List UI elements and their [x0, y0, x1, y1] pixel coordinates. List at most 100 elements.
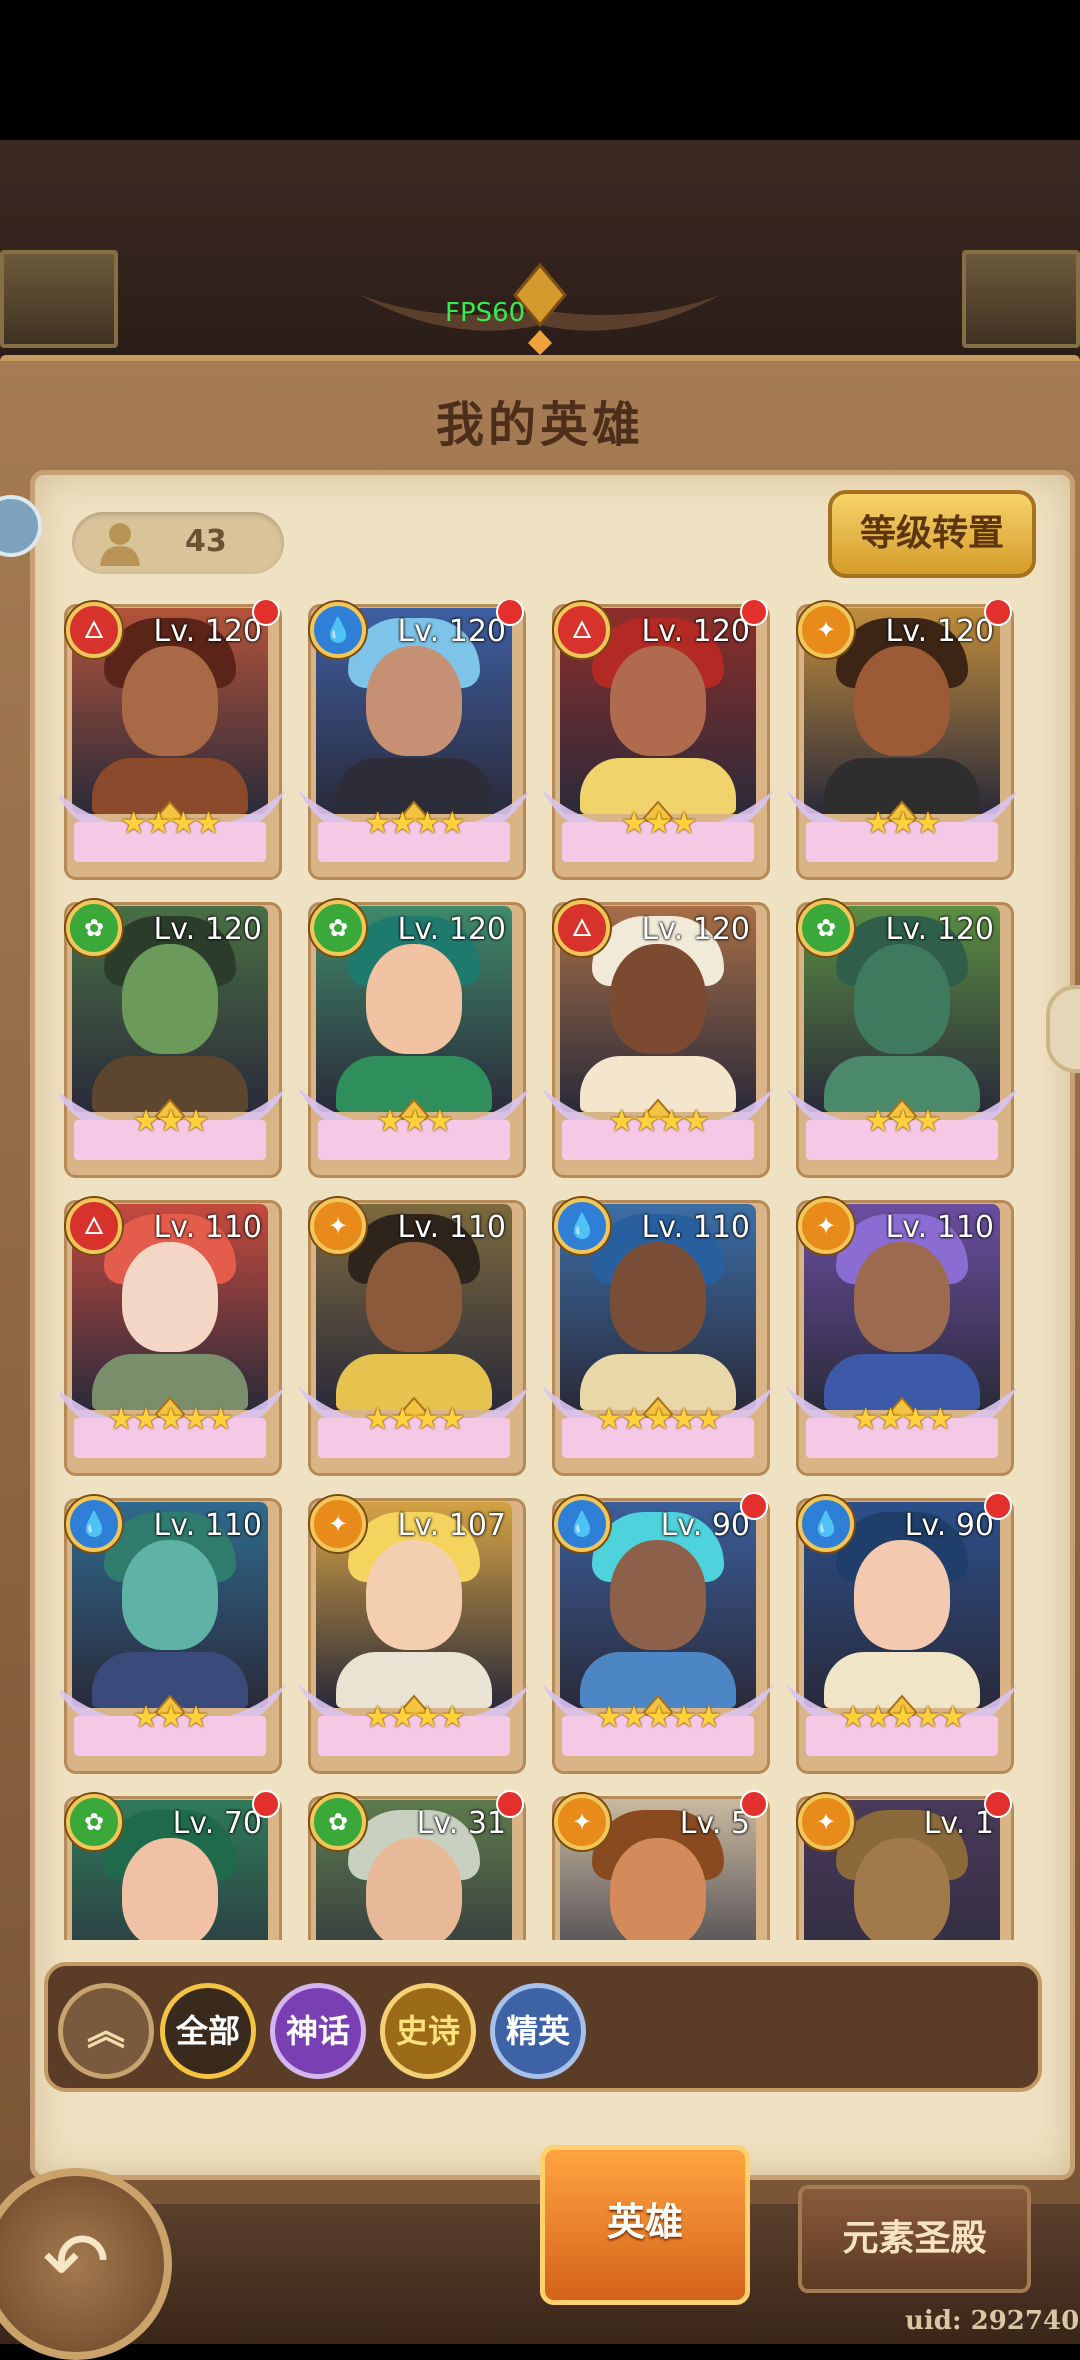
filter-all-button[interactable]: 全部: [160, 1983, 256, 2079]
hero-card[interactable]: ★★★ Lv. 120 ✿: [298, 898, 530, 1178]
hero-card[interactable]: ★★★★★ Lv. 90 💧: [786, 1492, 1018, 1774]
hero-stars: ★★★★: [120, 806, 222, 841]
hero-level: Lv. 90: [904, 1508, 994, 1543]
hero-card[interactable]: ★★★★ Lv. 110 ✦: [298, 1196, 530, 1476]
element-wood-icon: ✿: [310, 900, 366, 956]
element-light-icon: ✦: [554, 1794, 610, 1850]
hero-stars: ★★★★: [852, 1402, 954, 1437]
hero-face: [854, 1838, 950, 1940]
hero-card[interactable]: Lv. 1 ✦: [792, 1790, 1014, 1940]
hero-stars: ★★★: [132, 1700, 210, 1735]
element-wood-icon: ✿: [66, 1794, 122, 1850]
hero-stars: ★★★★: [364, 1700, 466, 1735]
hero-level: Lv. 120: [641, 614, 750, 649]
hero-level: Lv. 110: [153, 1508, 262, 1543]
hero-level: Lv. 120: [885, 912, 994, 947]
hero-face: [610, 1242, 706, 1352]
hero-face: [610, 646, 706, 756]
hero-stars: ★★★: [864, 806, 942, 841]
hero-level: Lv. 70: [172, 1806, 262, 1841]
level-transfer-button[interactable]: 等级转置: [828, 490, 1036, 578]
hero-stars: ★★★★★: [595, 1700, 722, 1735]
notification-dot: [984, 1492, 1012, 1520]
hero-stars: ★★★★★: [107, 1402, 234, 1437]
hero-stars: ★★★: [864, 1104, 942, 1139]
hero-level: Lv. 5: [679, 1806, 750, 1841]
element-light-icon: ✦: [798, 1198, 854, 1254]
hero-level: Lv. 110: [641, 1210, 750, 1245]
hero-card[interactable]: ★★★★ Lv. 120 🜂: [60, 600, 286, 880]
hero-card[interactable]: Lv. 70 ✿: [60, 1790, 282, 1940]
hero-face: [854, 646, 950, 756]
tab-element-shrine[interactable]: 元素圣殿: [798, 2185, 1031, 2293]
notification-dot: [984, 1790, 1012, 1818]
hero-face: [854, 1242, 950, 1352]
hero-grid: ★★★★ Lv. 120 🜂 ★★★★ Lv. 120 💧 ★★★ Lv. 12…: [60, 600, 1020, 1940]
hero-face: [366, 944, 462, 1054]
fps-counter: FPS60: [445, 298, 526, 328]
crest-ornament-icon: [360, 262, 720, 355]
hero-card[interactable]: ★★★★ Lv. 110 ✦: [786, 1196, 1018, 1476]
hero-card[interactable]: ★★★★★ Lv. 110 🜂: [60, 1196, 286, 1476]
element-light-icon: ✦: [310, 1496, 366, 1552]
hero-stars: ★★★: [376, 1104, 454, 1139]
collapse-button[interactable]: ︽: [58, 1983, 154, 2079]
side-scroll-button[interactable]: [1046, 985, 1080, 1073]
hero-count-pill: [72, 512, 284, 574]
notification-dot: [740, 1492, 768, 1520]
element-wood-icon: ✿: [798, 900, 854, 956]
filter-elite-button[interactable]: 精英: [490, 1983, 586, 2079]
filter-myth-button[interactable]: 神话: [270, 1983, 366, 2079]
hero-level: Lv. 120: [641, 912, 750, 947]
hero-face: [366, 1242, 462, 1352]
right-pillar-decoration: [962, 250, 1080, 348]
element-wood-icon: ✿: [66, 900, 122, 956]
hero-face: [366, 1540, 462, 1650]
hero-face: [122, 944, 218, 1054]
hero-level: Lv. 120: [153, 614, 262, 649]
hero-face: [122, 646, 218, 756]
hero-card[interactable]: ★★★★★ Lv. 110 💧: [542, 1196, 774, 1476]
notification-dot: [740, 1790, 768, 1818]
hero-face: [854, 944, 950, 1054]
hero-level: Lv. 110: [885, 1210, 994, 1245]
page-title: 我的英雄: [435, 397, 644, 453]
person-icon: [100, 523, 140, 566]
notification-dot: [496, 1790, 524, 1818]
hero-card[interactable]: ★★★ Lv. 120 ✿: [786, 898, 1018, 1178]
hero-face: [610, 944, 706, 1054]
element-water-icon: 💧: [554, 1198, 610, 1254]
hero-face: [122, 1838, 218, 1940]
hero-level: Lv. 31: [416, 1806, 506, 1841]
element-fire-icon: 🜂: [66, 602, 122, 658]
hero-card[interactable]: ★★★ Lv. 110 💧: [60, 1494, 286, 1774]
hero-card[interactable]: ★★★ Lv. 120 🜂: [542, 600, 774, 880]
hero-card[interactable]: ★★★★★ Lv. 90 💧: [542, 1492, 774, 1774]
hero-card[interactable]: ★★★★ Lv. 120 🜂: [542, 898, 774, 1178]
element-fire-icon: 🜂: [554, 602, 610, 658]
left-pillar-decoration: [0, 250, 118, 348]
hero-level: Lv. 120: [885, 614, 994, 649]
uid-label: uid: 292740: [905, 2306, 1080, 2336]
hero-card[interactable]: ★★★ Lv. 120 ✿: [60, 898, 286, 1178]
hero-level: Lv. 107: [397, 1508, 506, 1543]
hero-stars: ★★★★★: [839, 1700, 966, 1735]
hero-face: [122, 1242, 218, 1352]
hero-stars: ★★★★: [608, 1104, 710, 1139]
hero-card[interactable]: Lv. 31 ✿: [304, 1790, 526, 1940]
hero-stars: ★★★: [132, 1104, 210, 1139]
tab-heroes[interactable]: 英雄: [540, 2145, 750, 2305]
hero-level: Lv. 1: [923, 1806, 994, 1841]
hero-card[interactable]: ★★★★ Lv. 107 ✦: [298, 1494, 530, 1774]
hero-level: Lv. 110: [153, 1210, 262, 1245]
element-light-icon: ✦: [310, 1198, 366, 1254]
element-fire-icon: 🜂: [66, 1198, 122, 1254]
hero-stars: ★★★★: [364, 806, 466, 841]
hero-card[interactable]: ★★★ Lv. 120 ✦: [786, 600, 1018, 880]
hero-stars: ★★★★★: [595, 1402, 722, 1437]
hero-level: Lv. 90: [660, 1508, 750, 1543]
hero-card[interactable]: Lv. 5 ✦: [548, 1790, 770, 1940]
filter-epic-button[interactable]: 史诗: [380, 1983, 476, 2079]
hero-card[interactable]: ★★★★ Lv. 120 💧: [298, 600, 530, 880]
hero-level: Lv. 120: [397, 912, 506, 947]
